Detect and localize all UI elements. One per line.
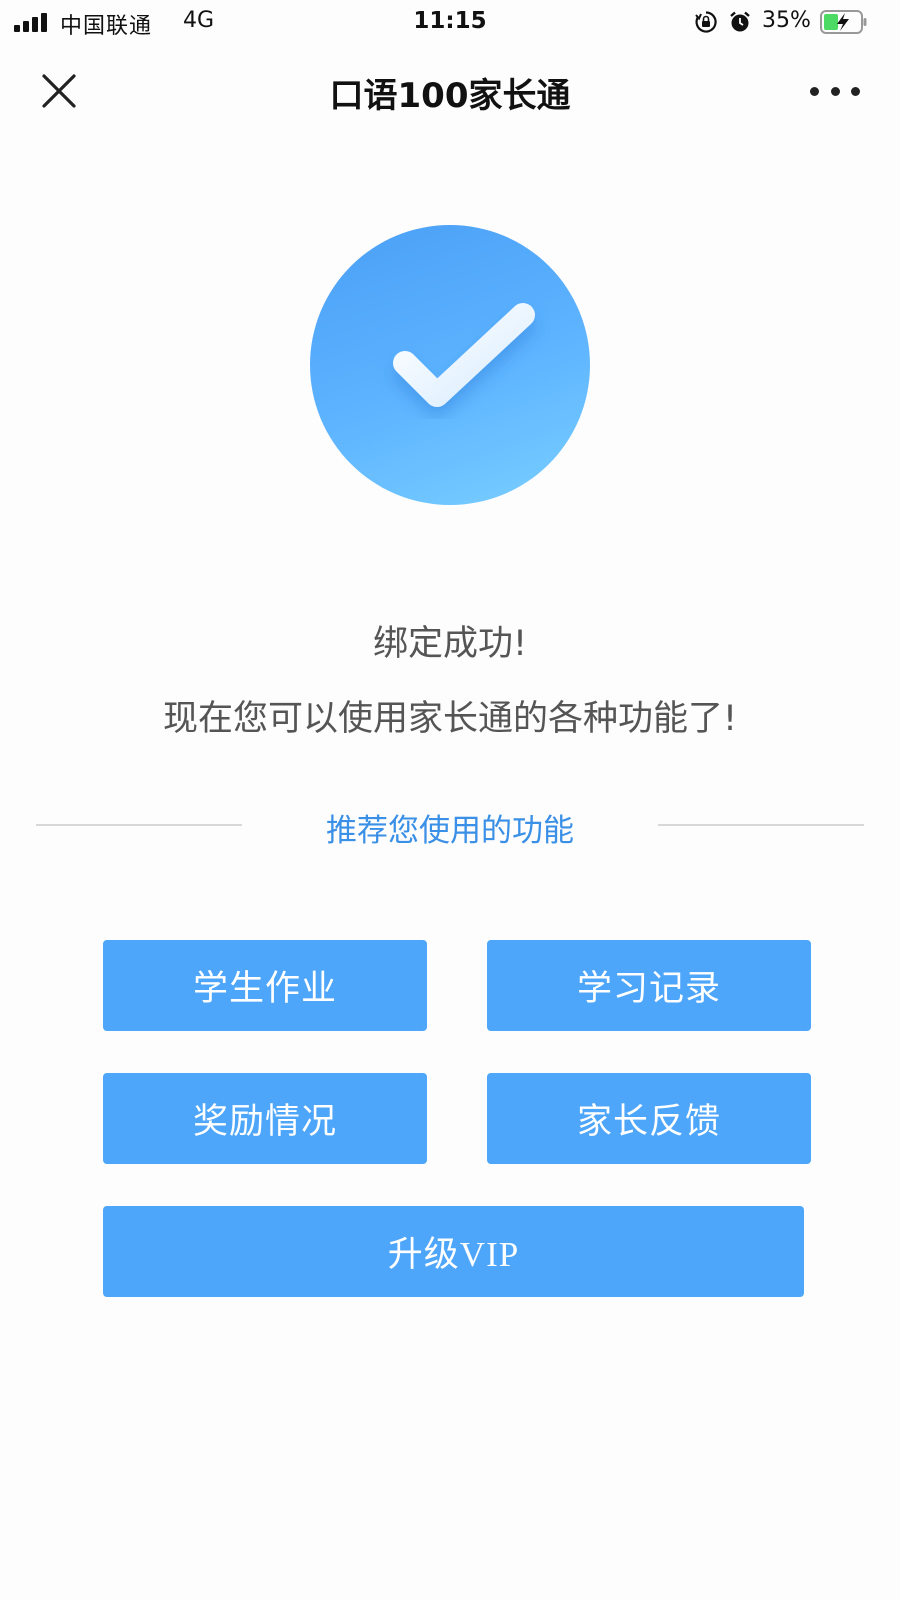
study-records-button[interactable]: 学习记录 bbox=[487, 940, 811, 1031]
success-message: 绑定成功! bbox=[372, 624, 528, 664]
nav-bar: 口语100家长通 bbox=[0, 46, 900, 136]
battery-charging-icon bbox=[820, 10, 867, 34]
success-description: 现在您可以使用家长通的各种功能了! bbox=[162, 699, 738, 739]
success-circle bbox=[310, 225, 590, 505]
alarm-icon bbox=[730, 11, 750, 32]
divider-right bbox=[658, 824, 864, 826]
battery-percent: 35% bbox=[762, 8, 811, 33]
checkmark-icon bbox=[393, 303, 535, 407]
section-title: 推荐您使用的功能 bbox=[326, 813, 574, 849]
page-title: 口语100家长通 bbox=[329, 76, 571, 116]
status-bar: 中国联通 4G 11:15 35% bbox=[0, 0, 900, 46]
rewards-button[interactable]: 奖励情况 bbox=[103, 1073, 427, 1164]
rotation-lock-icon bbox=[695, 11, 717, 33]
student-homework-button[interactable]: 学生作业 bbox=[103, 940, 427, 1031]
parent-feedback-button[interactable]: 家长反馈 bbox=[487, 1073, 811, 1164]
more-icon[interactable] bbox=[810, 76, 860, 106]
upgrade-vip-button[interactable]: 升级VIP bbox=[103, 1206, 804, 1297]
screen: 中国联通 4G 11:15 35% 口语100家长通 绑定成功! 现在您可以使用… bbox=[0, 0, 900, 1600]
